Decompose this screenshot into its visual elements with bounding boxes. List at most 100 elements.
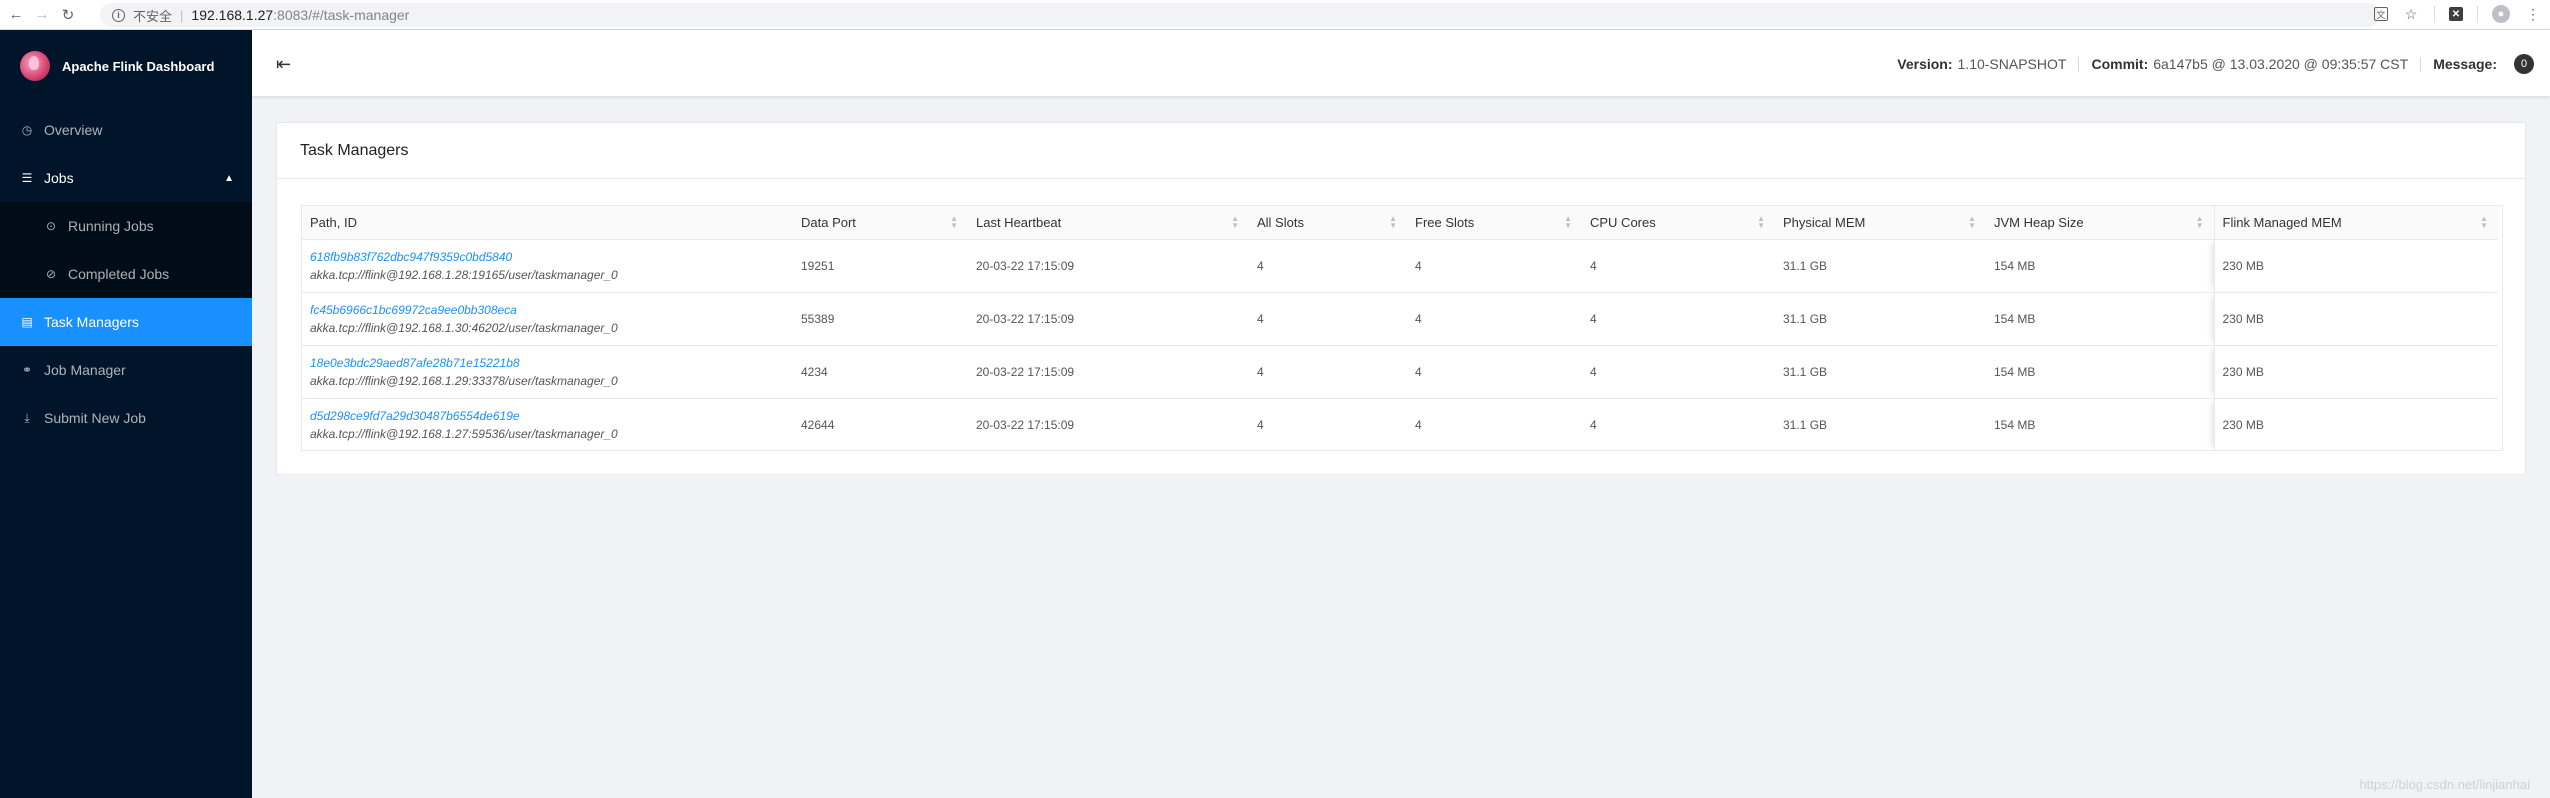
- sort-icon[interactable]: ▲ ▼: [2480, 215, 2488, 230]
- watermark: https://blog.csdn.net/linjianhai: [2359, 777, 2530, 792]
- upload-icon: ⤓: [24, 410, 30, 425]
- physical-mem-cell: 31.1 GB: [1775, 398, 1986, 450]
- sidebar-item-running-jobs[interactable]: ⊙ Running Jobs: [0, 202, 252, 250]
- cpu-cores-cell: 4: [1582, 345, 1775, 399]
- commit-value: 6a147b5 @ 13.03.2020 @ 09:35:57 CST: [2153, 56, 2409, 72]
- sidebar-item-overview[interactable]: ◷ Overview: [0, 106, 252, 154]
- reload-icon[interactable]: ↻: [58, 5, 78, 25]
- message-count-badge[interactable]: 0: [2514, 54, 2534, 74]
- sidebar-item-jobs[interactable]: ☰ Jobs ▲: [0, 154, 252, 202]
- back-icon[interactable]: ←: [6, 5, 26, 25]
- sort-icon[interactable]: ▲ ▼: [1389, 215, 1397, 230]
- play-circle-icon: ⊙: [45, 219, 57, 233]
- managed-mem-cell: 230 MB: [2213, 292, 2498, 346]
- cluster-icon: ⚭: [21, 363, 33, 377]
- heartbeat-cell: 20-03-22 17:15:09: [968, 345, 1249, 399]
- sort-icon[interactable]: ▲ ▼: [1968, 215, 1976, 230]
- address-bar[interactable]: i 不安全 | 192.168.1.27:8083/#/task-manager: [100, 3, 2380, 27]
- sidebar-item-label: Running Jobs: [68, 218, 154, 234]
- table-row[interactable]: d5d298ce9fd7a29d30487b6554de619e akka.tcp…: [302, 398, 2498, 450]
- sidebar-menu: ◷ Overview ☰ Jobs ▲ ⊙ Running Jobs ⊘ Com…: [0, 106, 252, 442]
- free-slots-cell: 4: [1407, 345, 1582, 399]
- version-value: 1.10-SNAPSHOT: [1957, 56, 2067, 72]
- sidebar-item-task-managers[interactable]: ▤ Task Managers: [0, 298, 252, 346]
- profile-avatar-icon[interactable]: ●: [2492, 5, 2510, 23]
- sort-icon[interactable]: ▲ ▼: [950, 215, 958, 230]
- task-manager-id[interactable]: fc45b6966c1bc69972ca9ee0bb308eca: [310, 301, 793, 319]
- sort-icon[interactable]: ▲ ▼: [1564, 215, 1572, 230]
- task-manager-id[interactable]: 18e0e3bdc29aed87afe28b71e15221b8: [310, 354, 793, 372]
- data-port-cell: 19251: [793, 239, 968, 293]
- extension-icon[interactable]: ✕: [2449, 7, 2463, 21]
- app-title: Apache Flink Dashboard: [62, 58, 215, 74]
- path-id-cell: 618fb9b83f762dbc947f9359c0bd5840 akka.tcp…: [302, 239, 793, 293]
- more-menu-icon[interactable]: ⋮: [2524, 5, 2542, 23]
- toolbar-divider: [2434, 6, 2435, 22]
- path-id-cell: fc45b6966c1bc69972ca9ee0bb308eca akka.tcp…: [302, 292, 793, 346]
- logo[interactable]: Apache Flink Dashboard: [0, 30, 252, 102]
- column-header-label: Free Slots: [1415, 214, 1475, 230]
- header-divider: [2078, 56, 2080, 72]
- header-divider: [2420, 56, 2422, 72]
- column-header-label: Flink Managed MEM: [2222, 214, 2342, 230]
- sidebar-item-label: Submit New Job: [44, 410, 146, 426]
- url-separator: |: [180, 7, 184, 23]
- table-row[interactable]: 618fb9b83f762dbc947f9359c0bd5840 akka.tcp…: [302, 239, 2498, 293]
- free-slots-cell: 4: [1407, 292, 1582, 346]
- url-path: :8083/#/task-manager: [273, 7, 410, 23]
- task-manager-id[interactable]: d5d298ce9fd7a29d30487b6554de619e: [310, 407, 793, 425]
- cpu-cores-cell: 4: [1582, 292, 1775, 346]
- menu-fold-icon[interactable]: ⇤: [276, 54, 291, 75]
- table-row[interactable]: fc45b6966c1bc69972ca9ee0bb308eca akka.tcp…: [302, 292, 2498, 346]
- insecure-label: 不安全: [133, 8, 173, 24]
- physical-mem-cell: 31.1 GB: [1775, 345, 1986, 399]
- message-label[interactable]: Message:: [2433, 56, 2497, 72]
- data-port-cell: 4234: [793, 345, 968, 399]
- physical-mem-cell: 31.1 GB: [1775, 292, 1986, 346]
- all-slots-cell: 4: [1249, 292, 1407, 346]
- column-header-data-port[interactable]: Data Port ▲ ▼: [793, 206, 968, 240]
- check-circle-icon: ⊘: [45, 267, 57, 281]
- column-header-free-slots[interactable]: Free Slots ▲ ▼: [1407, 206, 1582, 240]
- sidebar-item-label: Jobs: [44, 170, 74, 186]
- info-icon[interactable]: i: [112, 8, 125, 22]
- jvm-heap-cell: 154 MB: [1986, 345, 2214, 399]
- sort-icon[interactable]: ▲ ▼: [2196, 215, 2204, 230]
- column-header-path-id[interactable]: Path, ID: [302, 206, 793, 240]
- version-label: Version:: [1897, 56, 1953, 72]
- flink-logo-icon: [20, 51, 50, 81]
- sidebar-item-submit-new-job[interactable]: ⤓ Submit New Job: [0, 394, 252, 442]
- column-header-label: Data Port: [801, 214, 856, 230]
- bookmark-star-icon[interactable]: ☆: [2402, 5, 2420, 23]
- heartbeat-cell: 20-03-22 17:15:09: [968, 239, 1249, 293]
- column-header-flink-managed-mem[interactable]: Flink Managed MEM ▲ ▼: [2213, 206, 2498, 240]
- column-header-label: Last Heartbeat: [976, 214, 1062, 230]
- column-header-last-heartbeat[interactable]: Last Heartbeat ▲ ▼: [968, 206, 1249, 240]
- column-header-jvm-heap-size[interactable]: JVM Heap Size ▲ ▼: [1986, 206, 2214, 240]
- table-row[interactable]: 18e0e3bdc29aed87afe28b71e15221b8 akka.tcp…: [302, 345, 2498, 399]
- translate-icon[interactable]: 文: [2374, 7, 2388, 21]
- task-managers-card: Task Managers Path, ID Data Port ▲ ▼ Last …: [276, 122, 2526, 475]
- sort-icon[interactable]: ▲ ▼: [1757, 215, 1765, 230]
- browser-toolbar: ← → ↻ i 不安全 | 192.168.1.27:8083/#/task-m…: [0, 0, 2550, 30]
- managed-mem-cell: 230 MB: [2213, 398, 2498, 450]
- sort-icon[interactable]: ▲ ▼: [1231, 215, 1239, 230]
- free-slots-cell: 4: [1407, 398, 1582, 450]
- column-header-all-slots[interactable]: All Slots ▲ ▼: [1249, 206, 1407, 240]
- column-header-cpu-cores[interactable]: CPU Cores ▲ ▼: [1582, 206, 1775, 240]
- task-manager-path: akka.tcp://flink@192.168.1.28:19165/user…: [310, 267, 618, 282]
- cpu-cores-cell: 4: [1582, 239, 1775, 293]
- sidebar-item-job-manager[interactable]: ⚭ Job Manager: [0, 346, 252, 394]
- forward-icon[interactable]: →: [32, 5, 52, 25]
- top-header: ⇤ Version: 1.10-SNAPSHOT Commit: 6a147b5…: [252, 30, 2550, 96]
- physical-mem-cell: 31.1 GB: [1775, 239, 1986, 293]
- task-manager-id[interactable]: 618fb9b83f762dbc947f9359c0bd5840: [310, 248, 793, 266]
- chevron-up-icon: ▲: [224, 172, 234, 184]
- column-header-label: Path, ID: [310, 214, 357, 230]
- column-header-physical-mem[interactable]: Physical MEM ▲ ▼: [1775, 206, 1986, 240]
- jvm-heap-cell: 154 MB: [1986, 292, 2214, 346]
- page-title: Task Managers: [300, 141, 409, 159]
- sidebar-item-completed-jobs[interactable]: ⊘ Completed Jobs: [0, 250, 252, 298]
- task-managers-table: Path, ID Data Port ▲ ▼ Last Heartbeat ▲ ▼ Al…: [301, 205, 2503, 451]
- managed-mem-cell: 230 MB: [2213, 345, 2498, 399]
